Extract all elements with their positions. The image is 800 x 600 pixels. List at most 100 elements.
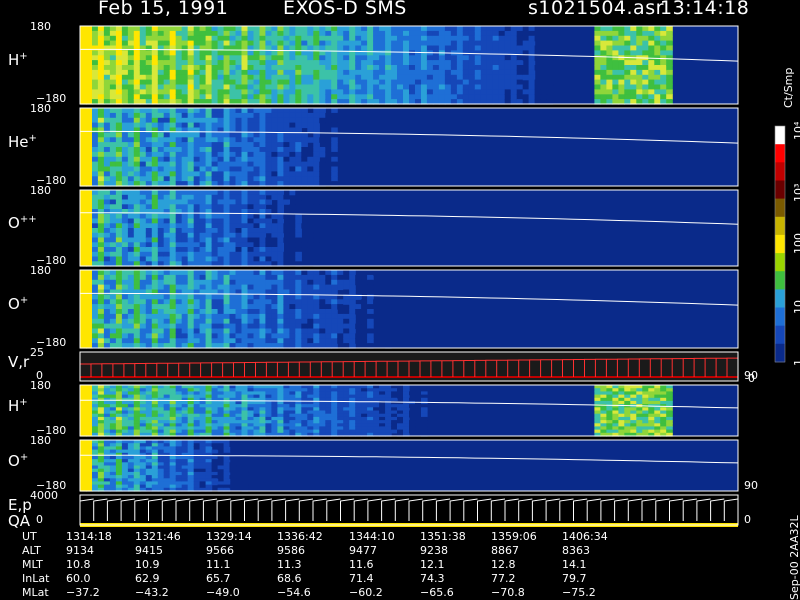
spectrogram-cell xyxy=(241,228,249,234)
spectrogram-cell xyxy=(175,251,183,258)
spectrogram-cell xyxy=(367,333,374,339)
spectrogram-cell xyxy=(103,209,111,215)
spectrogram-cell xyxy=(259,242,267,248)
spectrogram-cell xyxy=(181,251,189,258)
spectrogram-cell xyxy=(121,89,129,95)
spectrogram-cell xyxy=(528,45,536,51)
spectrogram-cell xyxy=(80,137,87,143)
spectrogram-cell xyxy=(331,318,338,325)
spectrogram-cell xyxy=(115,50,123,56)
spectrogram-cell xyxy=(157,60,165,66)
spectrogram-cell xyxy=(115,30,123,37)
spectrogram-cell xyxy=(295,137,302,143)
spectrogram-cell xyxy=(199,228,207,234)
spectrogram-cell xyxy=(199,122,207,129)
spectrogram-cell xyxy=(385,65,392,71)
spectrogram-cell xyxy=(229,161,237,168)
spectrogram-cell xyxy=(337,45,344,51)
spectrogram-cell xyxy=(486,30,494,37)
spectrogram-cell xyxy=(253,26,261,32)
spectrogram-cell xyxy=(492,30,500,37)
spectrogram-cell xyxy=(612,30,619,37)
spectrogram-cell xyxy=(169,161,177,168)
spectrogram-cell xyxy=(271,69,278,76)
spectrogram-cell xyxy=(133,161,141,168)
spectrogram-cell xyxy=(187,151,195,158)
spectrogram-cell xyxy=(103,274,111,281)
spectrogram-cell xyxy=(235,161,243,168)
spectrogram-cell xyxy=(97,223,105,229)
spectrogram-cell xyxy=(391,65,398,71)
spectrogram-cell xyxy=(277,137,284,143)
spectrogram-cell xyxy=(127,151,135,158)
spectrogram-cell xyxy=(277,108,284,114)
spectrogram-cell xyxy=(253,166,261,172)
spectrogram-cell xyxy=(337,65,344,71)
spectrogram-cell xyxy=(259,204,267,210)
spectrogram-cell xyxy=(86,156,93,163)
spectrogram-cell xyxy=(139,65,147,71)
spectrogram-cell xyxy=(438,35,446,42)
spectrogram-cell xyxy=(115,289,123,295)
spectrogram-cell xyxy=(115,147,123,153)
spectrogram-cell xyxy=(636,65,643,71)
spectrogram-cell xyxy=(498,45,506,51)
spectrogram-cell xyxy=(199,247,207,253)
spectrogram-cell xyxy=(199,190,207,196)
spectrogram-cell xyxy=(175,199,183,205)
spectrogram-cell xyxy=(86,204,93,210)
spectrogram-cell xyxy=(205,171,213,177)
spectrogram-cell xyxy=(133,142,141,148)
spectrogram-cell xyxy=(86,190,93,196)
spectrogram-cell xyxy=(223,50,231,56)
spectrogram-cell xyxy=(217,459,225,463)
spectrogram-cell xyxy=(121,151,129,158)
spectrogram-cell xyxy=(486,40,494,47)
spectrogram-cell xyxy=(193,79,201,86)
spectrogram-cell xyxy=(289,65,296,71)
spectrogram-cell xyxy=(355,65,362,71)
spectrogram-cell xyxy=(187,323,195,330)
spectrogram-cell xyxy=(193,176,201,182)
spectrogram-cell xyxy=(271,323,278,330)
spectrogram-cell xyxy=(121,79,129,86)
spectrogram-cell xyxy=(211,294,219,300)
spectrogram-cell xyxy=(319,74,326,81)
spectrogram-cell xyxy=(235,142,243,148)
spectrogram-cell xyxy=(265,313,272,320)
spectrogram-cell xyxy=(307,84,314,90)
spectrogram-cell xyxy=(127,313,135,320)
spectrogram-cell xyxy=(157,89,165,95)
spectrogram-cell xyxy=(600,55,607,61)
spectrogram-cell xyxy=(187,171,195,177)
spectrogram-cell xyxy=(337,26,344,32)
spectrogram-cell xyxy=(217,313,225,320)
spectrogram-cell xyxy=(361,79,368,86)
spectrogram-cell xyxy=(295,108,302,114)
spectrogram-cell xyxy=(80,89,87,95)
spectrogram-cell xyxy=(103,30,111,37)
spectrogram-cell xyxy=(175,122,183,129)
spectrogram-cell xyxy=(444,84,452,90)
spectrogram-cell xyxy=(103,228,111,234)
spectrogram-cell xyxy=(145,194,153,201)
spectrogram-cell xyxy=(133,328,141,334)
spectrogram-cell xyxy=(97,151,105,158)
spectrogram-cell xyxy=(127,194,135,201)
spectrogram-cell xyxy=(145,35,153,42)
spectrogram-cell xyxy=(271,309,278,315)
spectrogram-cell xyxy=(409,26,416,32)
spectrogram-cell xyxy=(480,40,488,47)
spectrogram-cell xyxy=(223,309,231,315)
spectrogram-cell xyxy=(223,194,231,201)
spectrogram-cell xyxy=(367,299,374,305)
spectrogram-cell xyxy=(145,108,153,114)
spectrogram-cell xyxy=(391,40,398,47)
spectrogram-cell xyxy=(259,251,267,258)
spectrogram-cell xyxy=(307,30,314,37)
spectrogram-cell xyxy=(504,65,512,71)
spectrogram-cell xyxy=(157,55,165,61)
spectrogram-cell xyxy=(229,247,237,253)
spectrogram-cell xyxy=(109,89,117,95)
spectrogram-cell xyxy=(223,55,231,61)
